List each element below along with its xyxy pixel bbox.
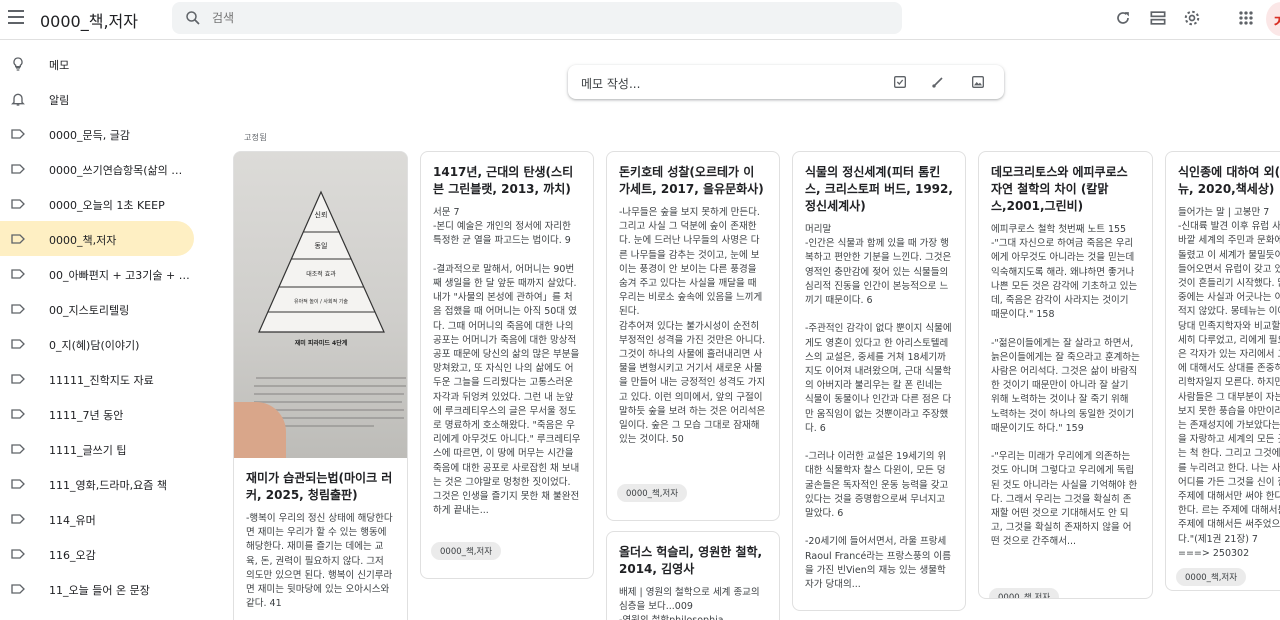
label-icon — [10, 336, 26, 352]
note-title: 식인종에 대하여 외(몽테뉴, 2020,책세상) — [1178, 165, 1280, 196]
note-card[interactable]: 올더스 헉슬리, 영원한 철학, 2014, 김영사 배제 | 영원의 철학으로… — [606, 531, 780, 620]
top-header: 0000_책,저자 ㅈ — [0, 0, 1280, 40]
sidebar-item-label: 111_영화,드라마,요즘 책 — [49, 479, 167, 492]
note-title: 재미가 습관되는법(마이크 러커, 2025, 청림출판) — [246, 471, 393, 502]
note-card[interactable]: 식인종에 대하여 외(몽테뉴, 2020,책세상) 들어가는 말 | 고봉만 7… — [1165, 151, 1280, 591]
pyramid-caption: 재미 피라미드 4단계 — [295, 339, 348, 347]
note-body: 에피쿠로스 철학 첫번째 노트 155 -"그대 자신으로 하여금 죽음은 우리… — [991, 224, 1140, 548]
note-body: 서문 7 -본디 예술은 개인의 정서에 자리한 특정한 균 열을 파고드는 법… — [433, 207, 581, 517]
search-bar[interactable] — [172, 2, 902, 34]
sidebar-item-label: 00_아빠편지 + 고3기술 + 인생... — [49, 269, 191, 282]
label-chip[interactable]: 0000_책,저자 — [617, 484, 688, 502]
sidebar-item[interactable]: 0000_쓰기연습항목(삶의 아이... — [0, 151, 194, 186]
label-icon — [10, 196, 26, 212]
pyramid-level-1: 신뢰 — [315, 210, 328, 219]
note-title: 식물의 정신세계(피터 톰킨스, 크리스토퍼 버드, 1992, 정신세계사) — [805, 165, 953, 213]
pyramid-level-2: 동일 — [315, 241, 328, 250]
sidebar-item-label: 0000_책,저자 — [49, 234, 117, 247]
sidebar-item[interactable]: 알림 — [0, 81, 194, 116]
label-icon — [10, 371, 26, 387]
label-icon — [10, 441, 26, 457]
sidebar-item[interactable]: 00_아빠편지 + 고3기술 + 인생... — [0, 256, 194, 291]
take-note-bar[interactable]: 메모 작성... — [568, 65, 1004, 99]
note-card[interactable]: 신뢰 동일 대조적 효과 유아적 놀이 / 사회적 기술 재미 피라미드 4단계… — [233, 151, 408, 620]
note-image: 신뢰 동일 대조적 효과 유아적 놀이 / 사회적 기술 재미 피라미드 4단계 — [234, 152, 407, 458]
label-icon — [10, 266, 26, 282]
note-title: 데모크리토스와 에피쿠로스 자연 철학의 차이 (칼맑스,2001,그린비) — [991, 165, 1128, 213]
sidebar-item-label: 0_지(혜)담(이야기) — [49, 339, 140, 352]
note-body: -나무들은 숲을 보지 못하게 만든다. 그리고 사실 그 덕분에 숲이 존재한… — [619, 207, 766, 446]
sidebar-item-label: 00_지스토리텔링 — [49, 304, 130, 317]
note-card[interactable]: 식물의 정신세계(피터 톰킨스, 크리스토퍼 버드, 1992, 정신세계사) … — [792, 151, 966, 611]
sidebar-item-label: 0000_쓰기연습항목(삶의 아이... — [49, 164, 191, 177]
account-avatar[interactable]: ㅈ — [1266, 2, 1280, 36]
main-menu-icon[interactable] — [8, 10, 24, 24]
label-chip[interactable]: 0000_책,저자 — [1176, 568, 1247, 586]
note-body: 들어가는 말 | 고봉만 7 -신대륙 발견 이후 유럽 사람들은 바깥 세계의… — [1178, 207, 1280, 558]
label-icon — [10, 546, 26, 562]
sidebar-item[interactable]: 114_유머 — [0, 501, 194, 536]
note-card[interactable]: 데모크리토스와 에피쿠로스 자연 철학의 차이 (칼맑스,2001,그린비) 에… — [978, 151, 1153, 599]
label-icon — [10, 511, 26, 527]
sidebar-item-label: 0000_오늘의 1초 KEEP — [49, 199, 165, 212]
sidebar-item[interactable]: 11_오늘 들어 온 문장 — [0, 571, 194, 606]
sidebar-item-label: 알림 — [49, 94, 70, 107]
pinned-section-label: 고정됨 — [244, 133, 267, 142]
sidebar-item-label: 114_유머 — [49, 514, 96, 527]
sidebar-item-label: 116_오감 — [49, 549, 96, 562]
note-card[interactable]: 1417년, 근대의 탄생(스티븐 그린블랫, 2013, 까치) 서문 7 -… — [420, 151, 594, 579]
label-chip[interactable]: 0000_책,저자 — [431, 542, 502, 560]
bell-icon — [10, 91, 26, 107]
sidebar-item-label: 1111_글쓰기 팁 — [49, 444, 127, 457]
sidebar-item[interactable]: 0000_오늘의 1초 KEEP — [0, 186, 194, 221]
sidebar-item[interactable]: 111_영화,드라마,요즘 책 — [0, 466, 194, 501]
refresh-icon[interactable] — [1113, 8, 1133, 28]
note-card[interactable]: 돈키호테 성찰(오르테가 이 가세트, 2017, 을유문화사) -나무들은 숲… — [606, 151, 780, 521]
note-body: -행복이 우리의 정신 상태에 해당한다면 재미는 우리가 할 수 있는 행동에… — [246, 513, 393, 610]
sidebar-item[interactable]: 116_오감 — [0, 536, 194, 571]
note-body: 배제 | 영원의 철학으로 세계 종교의 심층을 보다...009 -영원의 철… — [619, 587, 760, 620]
pyramid-diagram: 신뢰 동일 대조적 효과 유아적 놀이 / 사회적 기술 재미 피라미드 4단계 — [258, 190, 385, 347]
new-drawing-brush-icon[interactable] — [930, 74, 946, 90]
note-title: 돈키호테 성찰(오르테가 이 가세트, 2017, 을유문화사) — [619, 165, 764, 196]
sidebar-item[interactable]: 00_지스토리텔링 — [0, 291, 194, 326]
sidebar-item[interactable]: 11111_진학지도 자료 — [0, 361, 194, 396]
search-icon[interactable] — [184, 9, 202, 27]
sidebar: 메모알림 0000_문득, 글감 0000_쓰기연습항목(삶의 아이... 0000_… — [0, 46, 200, 606]
pyramid-level-3: 대조적 효과 — [306, 270, 336, 278]
sidebar-item-label: 1111_7년 동안 — [49, 409, 124, 422]
label-icon — [10, 406, 26, 422]
pyramid-level-4: 유아적 놀이 / 사회적 기술 — [294, 298, 348, 305]
list-view-icon[interactable] — [1148, 8, 1168, 28]
settings-gear-icon[interactable] — [1182, 8, 1202, 28]
note-title: 올더스 헉슬리, 영원한 철학, 2014, 김영사 — [619, 545, 763, 576]
label-icon — [10, 581, 26, 597]
apps-grid-icon[interactable] — [1236, 8, 1256, 28]
sidebar-item-label: 11_오늘 들어 온 문장 — [49, 584, 150, 597]
lightbulb-icon — [10, 56, 26, 72]
label-icon — [10, 231, 26, 247]
sidebar-item[interactable]: 0000_문득, 글감 — [0, 116, 194, 151]
sidebar-item[interactable]: 메모 — [0, 46, 194, 81]
new-image-icon[interactable] — [970, 74, 986, 90]
note-title: 1417년, 근대의 탄생(스티븐 그린블랫, 2013, 까치) — [433, 165, 574, 196]
sidebar-item-label: 0000_문득, 글감 — [49, 129, 130, 142]
note-body: 머리말 -인간은 식물과 함께 있을 때 가장 행복하고 편안한 기분을 느낀다… — [805, 224, 952, 591]
search-input[interactable] — [212, 8, 812, 28]
label-chip[interactable]: 0000_책,저자 — [989, 588, 1060, 598]
sidebar-item[interactable]: 0_지(혜)담(이야기) — [0, 326, 194, 361]
label-icon — [10, 301, 26, 317]
sidebar-item-label: 메모 — [49, 59, 70, 72]
label-icon — [10, 161, 26, 177]
label-icon — [10, 126, 26, 142]
take-note-placeholder[interactable]: 메모 작성... — [581, 75, 640, 92]
sidebar-item-label: 11111_진학지도 자료 — [49, 374, 154, 387]
new-list-checkbox-icon[interactable] — [892, 74, 908, 90]
sidebar-item[interactable]: 1111_7년 동안 — [0, 396, 194, 431]
page-title: 0000_책,저자 — [40, 12, 138, 31]
sidebar-item[interactable]: 0000_책,저자 — [0, 221, 194, 256]
sidebar-item[interactable]: 1111_글쓰기 팁 — [0, 431, 194, 466]
label-icon — [10, 476, 26, 492]
